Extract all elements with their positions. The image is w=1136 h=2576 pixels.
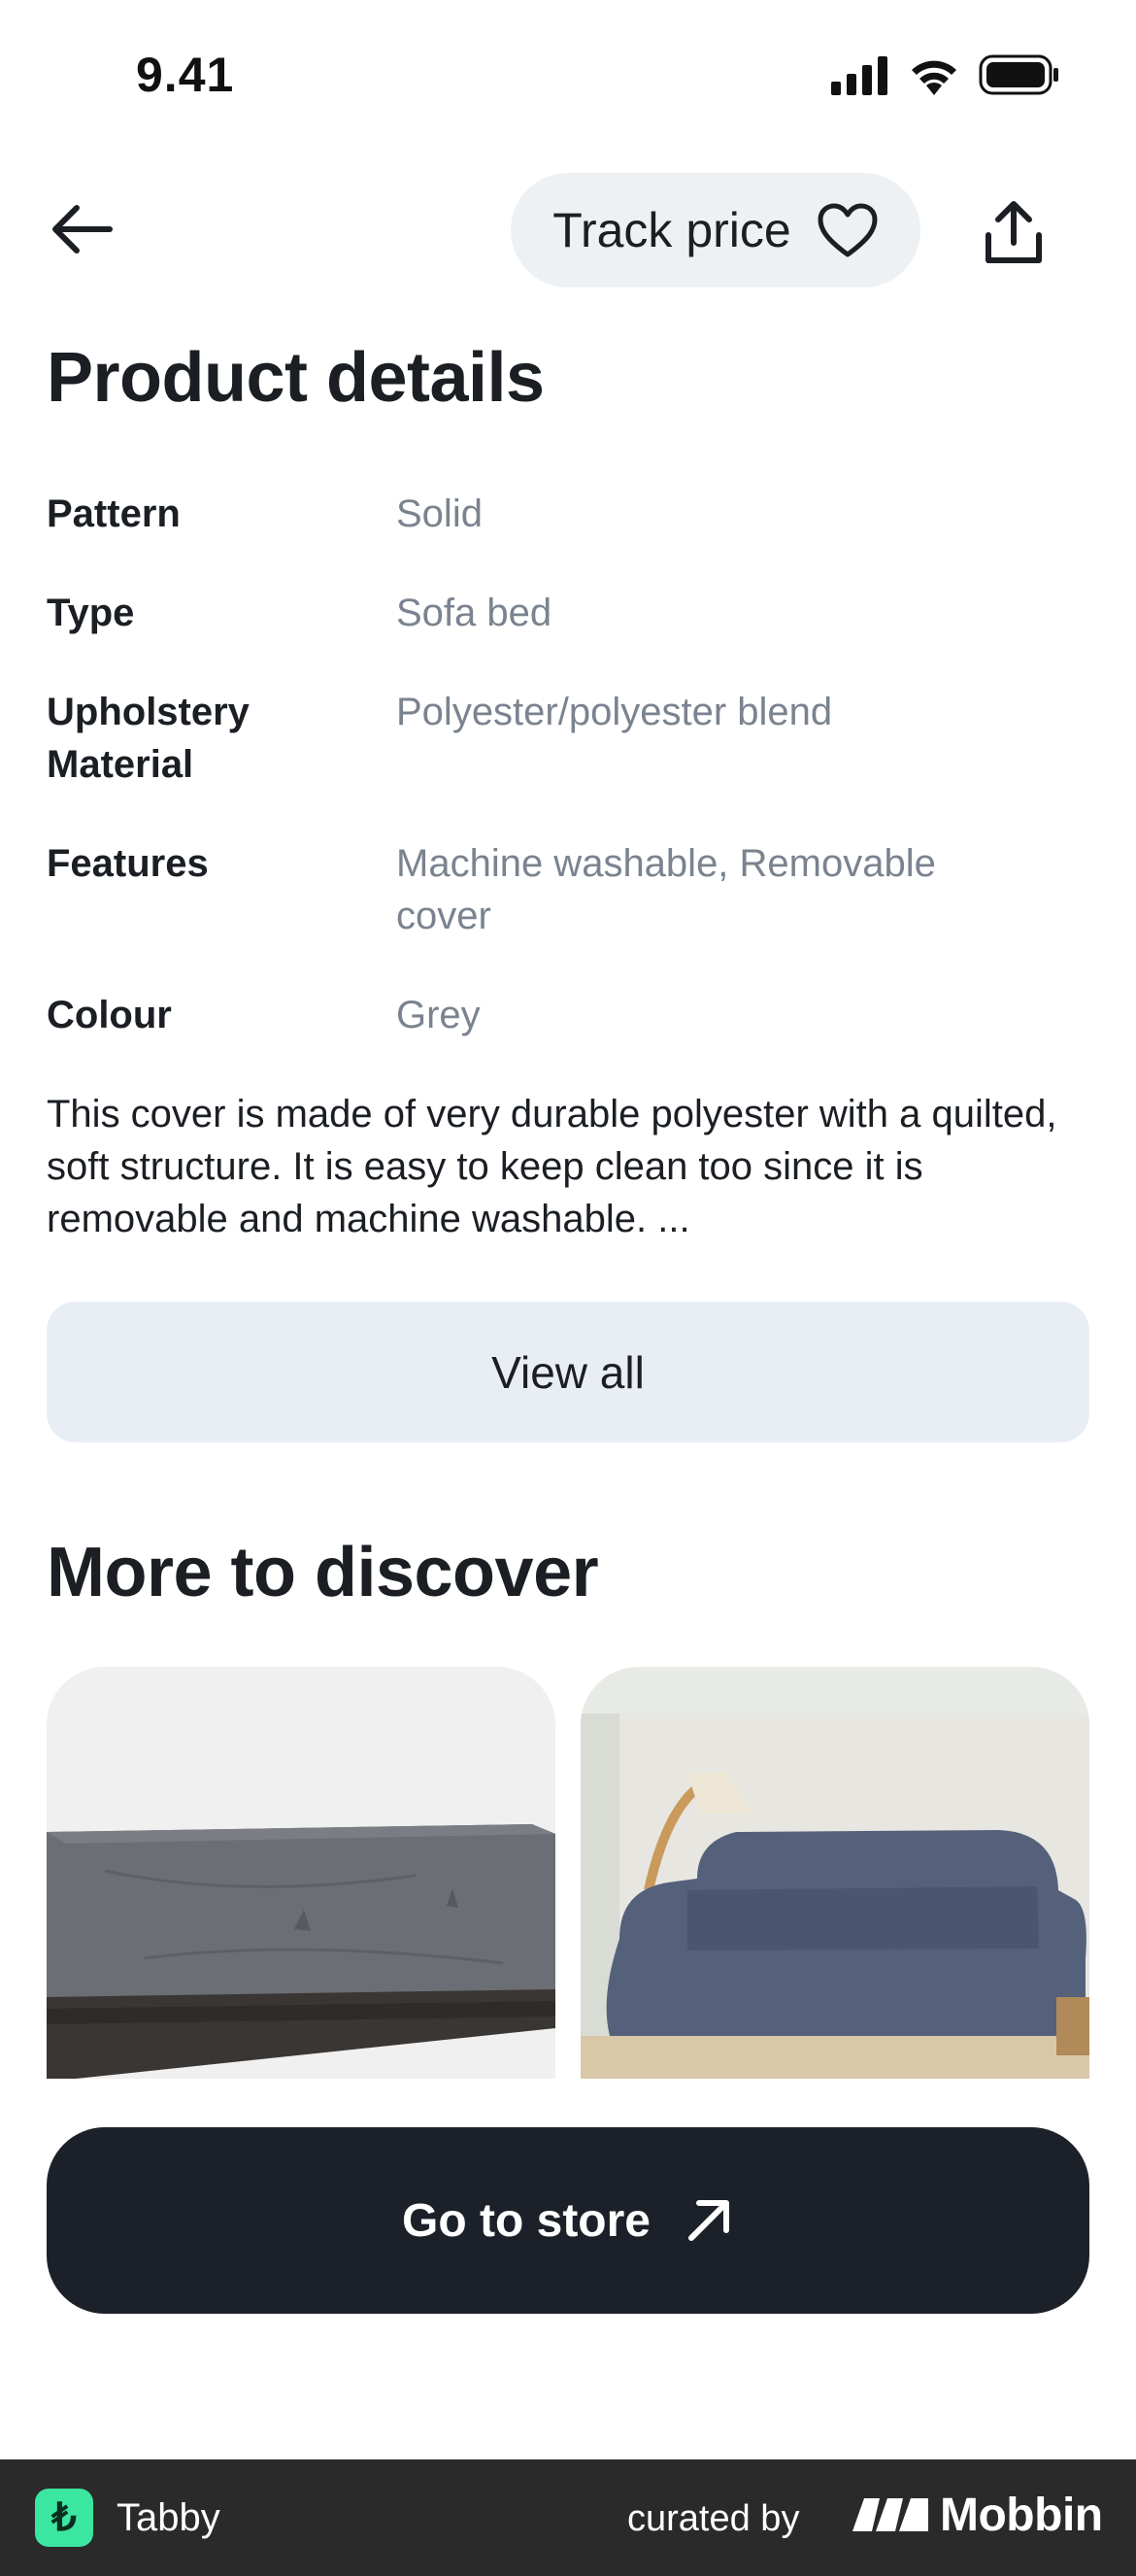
arrow-up-right-icon [688, 2200, 729, 2241]
detail-row-features: Features Machine washable, Removable cov… [47, 837, 1089, 942]
mobbin-brand-name: Mobbin [940, 2490, 1103, 2541]
detail-value: Sofa bed [396, 592, 552, 634]
go-to-store-label: Go to store [401, 2194, 651, 2247]
product-details-title: Product details [47, 339, 545, 417]
curated-by-label: curated by [627, 2498, 800, 2539]
mobbin-logo-icon [852, 2498, 928, 2531]
wifi-icon [912, 60, 956, 95]
detail-row-pattern: Pattern Solid [47, 488, 1089, 540]
track-price-label: Track price [552, 203, 791, 257]
view-all-button[interactable]: View all [47, 1302, 1089, 1442]
detail-label: Upholstery Material [47, 691, 250, 786]
battery-icon [979, 54, 1058, 95]
back-button[interactable] [43, 190, 120, 268]
tabby-logo-icon: ₺ [35, 2489, 93, 2547]
detail-row-type: Type Sofa bed [47, 587, 1089, 639]
track-price-button[interactable]: Track price [511, 173, 920, 288]
detail-label: Pattern [47, 492, 181, 535]
arrow-left-icon [52, 205, 113, 254]
detail-value: Solid [396, 492, 483, 535]
go-to-store-button[interactable]: Go to store [47, 2127, 1089, 2314]
detail-label: Features [47, 842, 209, 885]
tabby-app-name: Tabby [117, 2496, 220, 2539]
discover-card[interactable] [581, 1667, 1089, 2079]
status-bar: 9.41 [0, 0, 1136, 146]
detail-label: Type [47, 592, 135, 634]
signal-icon [831, 56, 887, 95]
detail-value: Polyester/polyester blend [396, 691, 833, 733]
share-icon [986, 201, 1042, 263]
detail-label: Colour [47, 994, 172, 1036]
detail-value: Machine washable, Removable cover [396, 842, 936, 937]
heart-icon [818, 203, 878, 257]
detail-value: Grey [396, 994, 481, 1036]
detail-row-upholstery-material: Upholstery Material Polyester/polyester … [47, 686, 1089, 791]
discover-title: More to discover [47, 1534, 599, 1611]
status-time: 9.41 [136, 48, 235, 102]
patio-furniture-cover-image [47, 1667, 555, 2079]
detail-row-colour: Colour Grey [47, 989, 1089, 1041]
sofa-cover-image [581, 1667, 1089, 2079]
share-button[interactable] [971, 190, 1056, 276]
discover-card[interactable] [47, 1667, 555, 2079]
product-description: This cover is made of very durable polye… [47, 1093, 1057, 1240]
